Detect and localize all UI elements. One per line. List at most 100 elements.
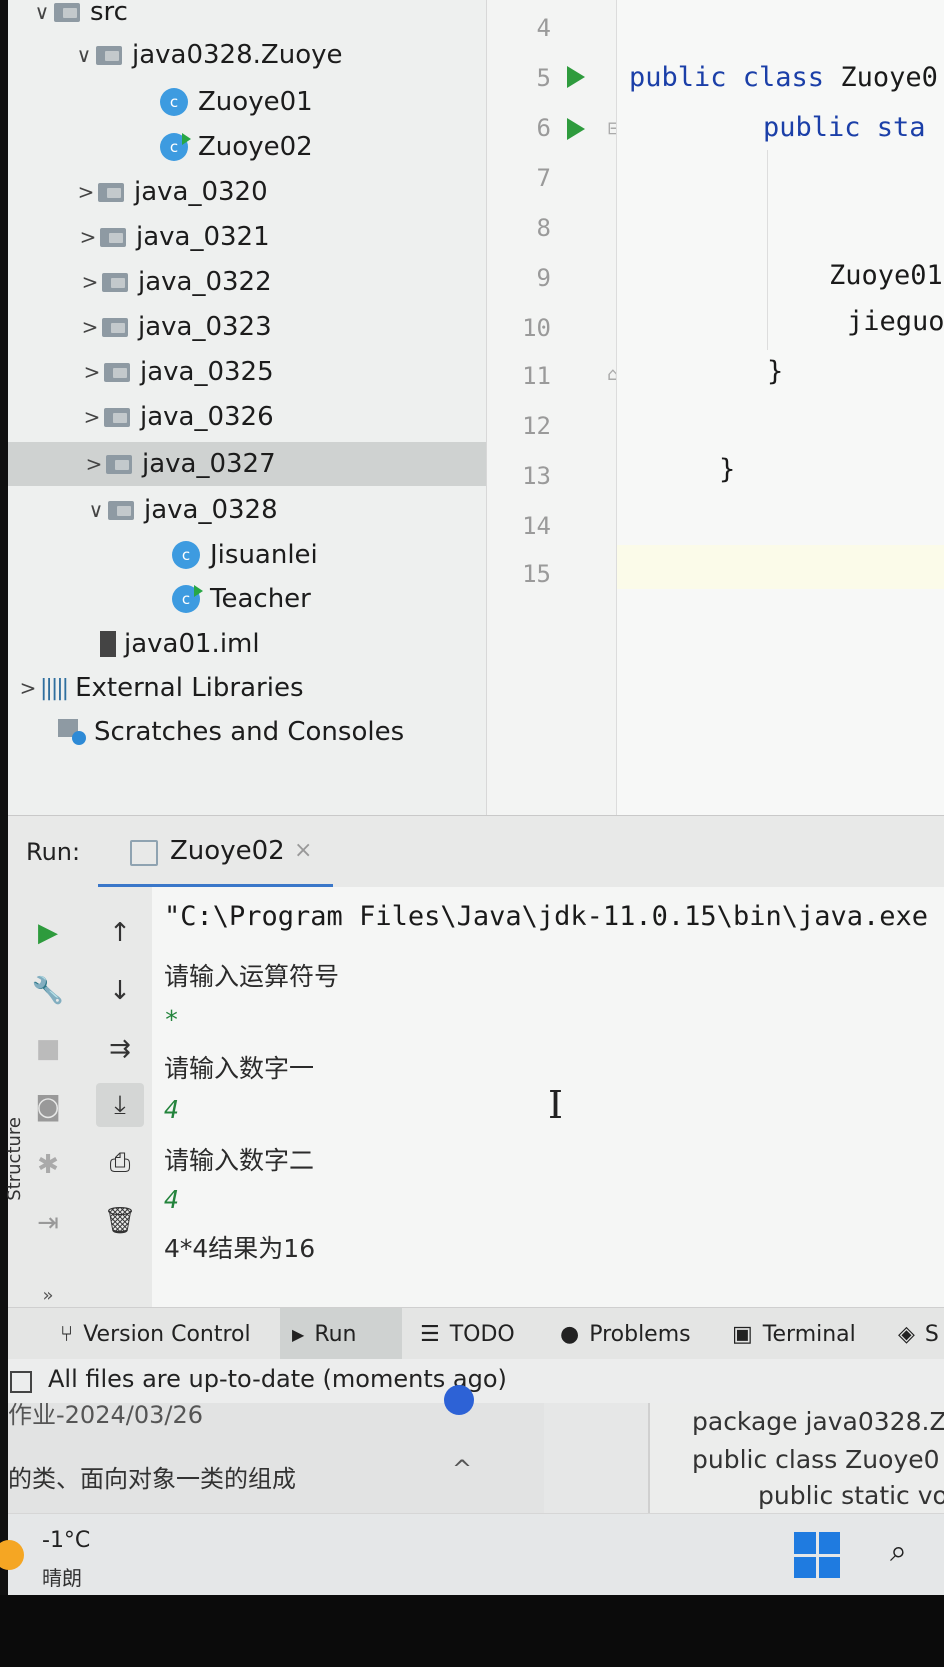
chevron-icon[interactable]: > xyxy=(78,315,102,339)
code-line-5: public class Zuoye0 xyxy=(629,62,938,93)
tree-item-zuoye01[interactable]: c Zuoye01 xyxy=(8,80,486,124)
chevron-icon[interactable]: > xyxy=(80,360,104,384)
line-number: 4 xyxy=(536,14,551,42)
tool-label: S xyxy=(924,1321,939,1347)
package-icon xyxy=(98,182,124,202)
tree-item-label: src xyxy=(90,0,128,27)
package-icon xyxy=(102,272,128,292)
tree-item-label: Jisuanlei xyxy=(210,540,318,570)
run-tab-zuoye02[interactable]: Zuoye02 × xyxy=(98,816,333,888)
class-icon: c xyxy=(160,88,188,116)
structure-side-tab[interactable]: Structure xyxy=(4,1117,25,1201)
chevron-icon[interactable]: > xyxy=(82,452,106,476)
weather-condition[interactable]: 晴朗 xyxy=(42,1562,82,1591)
module-file-icon xyxy=(100,631,116,657)
debug-icon[interactable]: ✱ xyxy=(24,1143,72,1187)
chevron-icon[interactable]: > xyxy=(74,180,98,204)
code-line-10: jieguo xyxy=(847,306,944,337)
line-number: 5 xyxy=(536,64,551,92)
chevron-icon[interactable]: > xyxy=(76,225,100,249)
console-line: 请输入数字一 xyxy=(164,1054,315,1083)
weather-temperature[interactable]: -1°C xyxy=(42,1528,90,1553)
stop-icon[interactable]: ■ xyxy=(24,1027,72,1071)
run-gutter-icon[interactable] xyxy=(567,66,585,88)
chevron-icon[interactable]: > xyxy=(78,270,102,294)
run-tab-label: Zuoye02 xyxy=(170,836,285,866)
tree-item-label: Teacher xyxy=(210,584,311,614)
wrench-icon[interactable]: 🔧 xyxy=(24,969,72,1013)
tree-item-label: java_0328 xyxy=(144,495,278,525)
assignment-title: 作业-2024/03/26 xyxy=(8,1401,203,1429)
problems-icon: ● xyxy=(560,1321,580,1347)
code-editor[interactable]: public class Zuoye0 public sta Zuoye01 j… xyxy=(616,0,944,815)
tree-item-label: Zuoye01 xyxy=(198,87,313,117)
tree-item-external-libraries[interactable]: > ||||| External Libraries xyxy=(8,666,486,710)
trash-icon[interactable]: 🗑 xyxy=(96,1199,144,1243)
tool-services[interactable]: ◈ S xyxy=(898,1308,939,1360)
package-icon xyxy=(102,317,128,337)
tool-label: TODO xyxy=(449,1321,515,1347)
chevron-icon[interactable]: ∨ xyxy=(30,0,54,24)
tool-problems[interactable]: ● Problems xyxy=(560,1308,691,1360)
runnable-class-icon: c xyxy=(160,133,191,161)
scroll-to-end-icon[interactable]: ⤓ xyxy=(96,1083,144,1127)
tree-item-scratches[interactable]: Scratches and Consoles xyxy=(8,710,486,754)
rerun-icon[interactable]: ▶ xyxy=(24,911,72,955)
windows-start-icon[interactable] xyxy=(794,1532,840,1578)
weather-sun-icon[interactable] xyxy=(0,1540,24,1570)
line-number: 9 xyxy=(536,264,551,292)
preview-line: public static vo xyxy=(758,1481,944,1510)
chevron-icon[interactable]: ∨ xyxy=(72,43,96,67)
print-icon[interactable]: ⎙ xyxy=(96,1141,144,1185)
console-line: 4*4结果为16 xyxy=(164,1234,316,1263)
tool-run[interactable]: ▶ Run xyxy=(280,1308,402,1360)
run-toolbar-secondary: ↑ ↓ ⇉ ⤓ ⎙ 🗑 xyxy=(88,887,153,1307)
todo-icon: ☰ xyxy=(420,1321,440,1347)
tool-label: Terminal xyxy=(762,1321,856,1347)
tree-item-jisuanlei[interactable]: c Jisuanlei xyxy=(8,533,486,577)
exit-icon[interactable]: ⇥ xyxy=(24,1201,72,1245)
console-input-line: * xyxy=(164,1005,180,1034)
run-gutter-icon[interactable] xyxy=(567,118,585,140)
package-icon xyxy=(100,227,126,247)
tree-item-teacher[interactable]: c Teacher xyxy=(8,577,486,621)
run-label: Run: xyxy=(26,838,81,866)
tree-item-label: java_0327 xyxy=(142,449,276,479)
close-icon[interactable]: × xyxy=(294,838,312,863)
arrow-up-icon[interactable]: ↑ xyxy=(96,911,144,955)
search-icon[interactable]: ⌕ xyxy=(890,1534,907,1569)
camera-icon[interactable]: ◙ xyxy=(24,1085,72,1129)
tree-item-java-0321[interactable]: > java_0321 xyxy=(8,215,486,259)
tool-todo[interactable]: ☰ TODO xyxy=(420,1308,515,1360)
runnable-class-icon: c xyxy=(172,585,203,613)
lesson-title: 的类、面向对象一类的组成 xyxy=(8,1465,296,1493)
project-tree: ∨ src ∨ java0328.Zuoye c Zuoye01 c Zuoye… xyxy=(8,0,486,815)
tree-item-java0328-zuoye[interactable]: ∨ java0328.Zuoye xyxy=(8,33,486,77)
console-output[interactable]: "C:\Program Files\Java\jdk-11.0.15\bin\j… xyxy=(152,887,944,1307)
tree-item-java-0323[interactable]: > java_0323 xyxy=(8,305,486,349)
monitor-bezel xyxy=(0,1595,944,1667)
tree-item-java-0328[interactable]: ∨ java_0328 xyxy=(8,488,486,532)
tree-item-java-0327[interactable]: > java_0327 xyxy=(8,442,486,486)
tree-item-zuoye02[interactable]: c Zuoye02 xyxy=(8,125,486,169)
tree-item-src[interactable]: ∨ src xyxy=(8,0,486,34)
scratches-icon xyxy=(58,719,86,745)
tool-terminal[interactable]: ▣ Terminal xyxy=(732,1308,856,1360)
chevron-icon[interactable]: > xyxy=(16,676,40,700)
soft-wrap-icon[interactable]: ⇉ xyxy=(96,1027,144,1071)
tree-item-java01-iml[interactable]: java01.iml xyxy=(8,622,486,666)
arrow-down-icon[interactable]: ↓ xyxy=(96,969,144,1013)
package-icon xyxy=(96,45,122,65)
collapse-icon[interactable]: ^ xyxy=(452,1455,472,1483)
chevron-icon[interactable]: ∨ xyxy=(84,498,108,522)
console-line: 请输入数字二 xyxy=(164,1146,315,1175)
code-line-6: public sta xyxy=(763,112,926,143)
tool-version-control[interactable]: ⑂ Version Control xyxy=(60,1308,251,1360)
terminal-icon: ▣ xyxy=(732,1321,753,1347)
tree-item-java-0325[interactable]: > java_0325 xyxy=(8,350,486,394)
tree-item-java-0326[interactable]: > java_0326 xyxy=(8,395,486,439)
chevron-icon[interactable]: > xyxy=(80,405,104,429)
tree-item-java-0320[interactable]: > java_0320 xyxy=(8,170,486,214)
status-toggle-icon[interactable] xyxy=(10,1371,32,1393)
tree-item-java-0322[interactable]: > java_0322 xyxy=(8,260,486,304)
